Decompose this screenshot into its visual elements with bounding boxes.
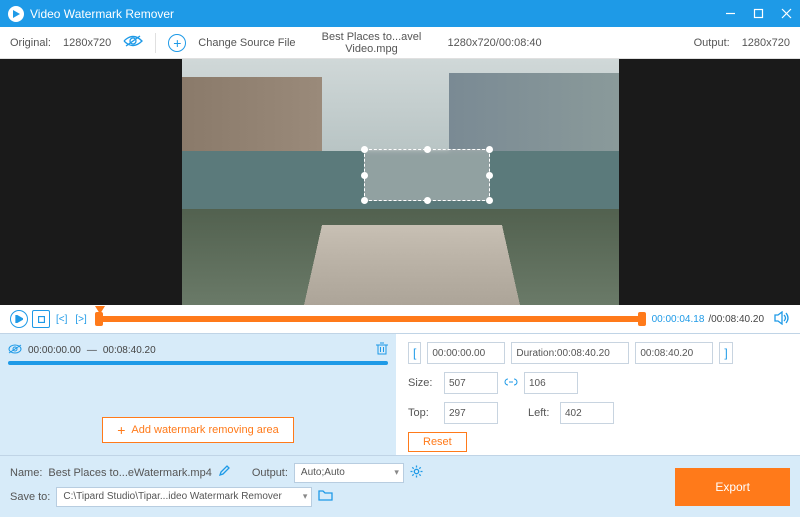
output-fmt-label: Output:: [252, 467, 288, 479]
resize-handle[interactable]: [486, 197, 493, 204]
add-source-icon[interactable]: +: [168, 34, 186, 52]
toolbar: Original: 1280x720 + Change Source File …: [0, 27, 800, 59]
export-button[interactable]: Export: [675, 468, 790, 506]
size-width-input[interactable]: 507▴▾: [444, 372, 498, 394]
bottom-bar: Name: Best Places to...eWatermark.mp4 Ou…: [0, 455, 800, 517]
range-end-handle[interactable]: [638, 312, 646, 326]
video-preview: [0, 59, 800, 305]
size-height-input[interactable]: 106▴▾: [524, 372, 578, 394]
edit-name-icon[interactable]: [218, 465, 230, 480]
app-title: Video Watermark Remover: [30, 7, 716, 21]
app-logo-icon: [8, 6, 24, 22]
timeline: [<] [>] 00:00:04.18/00:08:40.20: [0, 305, 800, 333]
top-label: Top:: [408, 407, 438, 419]
add-area-button[interactable]: +Add watermark removing area: [102, 417, 294, 443]
original-resolution: 1280x720: [63, 37, 111, 49]
change-source-button[interactable]: Change Source File: [198, 37, 295, 49]
current-time: 00:00:04.18: [652, 314, 705, 325]
step-back-button[interactable]: [<]: [56, 314, 67, 325]
segment-start: 00:00:00.00: [28, 345, 81, 356]
top-input[interactable]: 297▴▾: [444, 402, 498, 424]
video-frame[interactable]: [182, 59, 619, 305]
resize-handle[interactable]: [361, 146, 368, 153]
current-filename: Best Places to...avel Video.mpg: [308, 31, 436, 55]
original-label: Original:: [10, 37, 51, 49]
segment-end: 00:08:40.20: [103, 345, 156, 356]
maximize-button[interactable]: [744, 0, 772, 27]
close-button[interactable]: [772, 0, 800, 27]
segment-panel: 00:00:00.00 — 00:08:40.20 +Add watermark…: [0, 334, 396, 455]
name-label: Name:: [10, 467, 42, 479]
resize-handle[interactable]: [486, 172, 493, 179]
output-label: Output:: [694, 37, 730, 49]
delete-segment-icon[interactable]: [376, 342, 388, 358]
range-end-input[interactable]: 00:08:40.20▴▾: [635, 342, 713, 364]
range-start-input[interactable]: 00:00:00.00▴▾: [427, 342, 505, 364]
resize-handle[interactable]: [361, 197, 368, 204]
step-fwd-button[interactable]: [>]: [75, 314, 86, 325]
left-label: Left:: [528, 407, 554, 419]
output-name: Best Places to...eWatermark.mp4: [48, 467, 211, 479]
output-settings-icon[interactable]: [410, 465, 423, 481]
timeline-track[interactable]: [97, 316, 644, 322]
size-label: Size:: [408, 377, 438, 389]
stop-button[interactable]: [32, 310, 50, 328]
resize-handle[interactable]: [424, 146, 431, 153]
resize-handle[interactable]: [361, 172, 368, 179]
open-folder-icon[interactable]: [318, 489, 333, 504]
play-button[interactable]: [10, 310, 28, 328]
duration-input[interactable]: Duration:00:08:40.20▴▾: [511, 342, 629, 364]
save-to-label: Save to:: [10, 491, 50, 503]
resize-handle[interactable]: [486, 146, 493, 153]
watermark-selection[interactable]: [364, 149, 490, 201]
left-input[interactable]: 402▴▾: [560, 402, 614, 424]
save-path-select[interactable]: C:\Tipard Studio\Tipar...ideo Watermark …: [56, 487, 312, 507]
volume-icon[interactable]: [774, 311, 790, 328]
total-time: /00:08:40.20: [708, 314, 764, 325]
watermark-icon: [8, 343, 22, 358]
titlebar: Video Watermark Remover: [0, 0, 800, 27]
bracket-right-icon[interactable]: ]: [719, 342, 732, 364]
bracket-left-icon[interactable]: [: [408, 342, 421, 364]
segment-sep: —: [87, 345, 97, 356]
output-format-select[interactable]: Auto;Auto: [294, 463, 404, 483]
range-start-handle[interactable]: [95, 312, 103, 326]
minimize-button[interactable]: [716, 0, 744, 27]
resize-handle[interactable]: [424, 197, 431, 204]
params-panel: [ 00:00:00.00▴▾ Duration:00:08:40.20▴▾ 0…: [396, 334, 800, 455]
preview-toggle-icon[interactable]: [123, 34, 143, 51]
reset-button[interactable]: Reset: [408, 432, 467, 452]
output-resolution: 1280x720: [742, 37, 790, 49]
link-aspect-icon[interactable]: [504, 376, 518, 391]
file-meta: 1280x720/00:08:40: [447, 37, 541, 49]
